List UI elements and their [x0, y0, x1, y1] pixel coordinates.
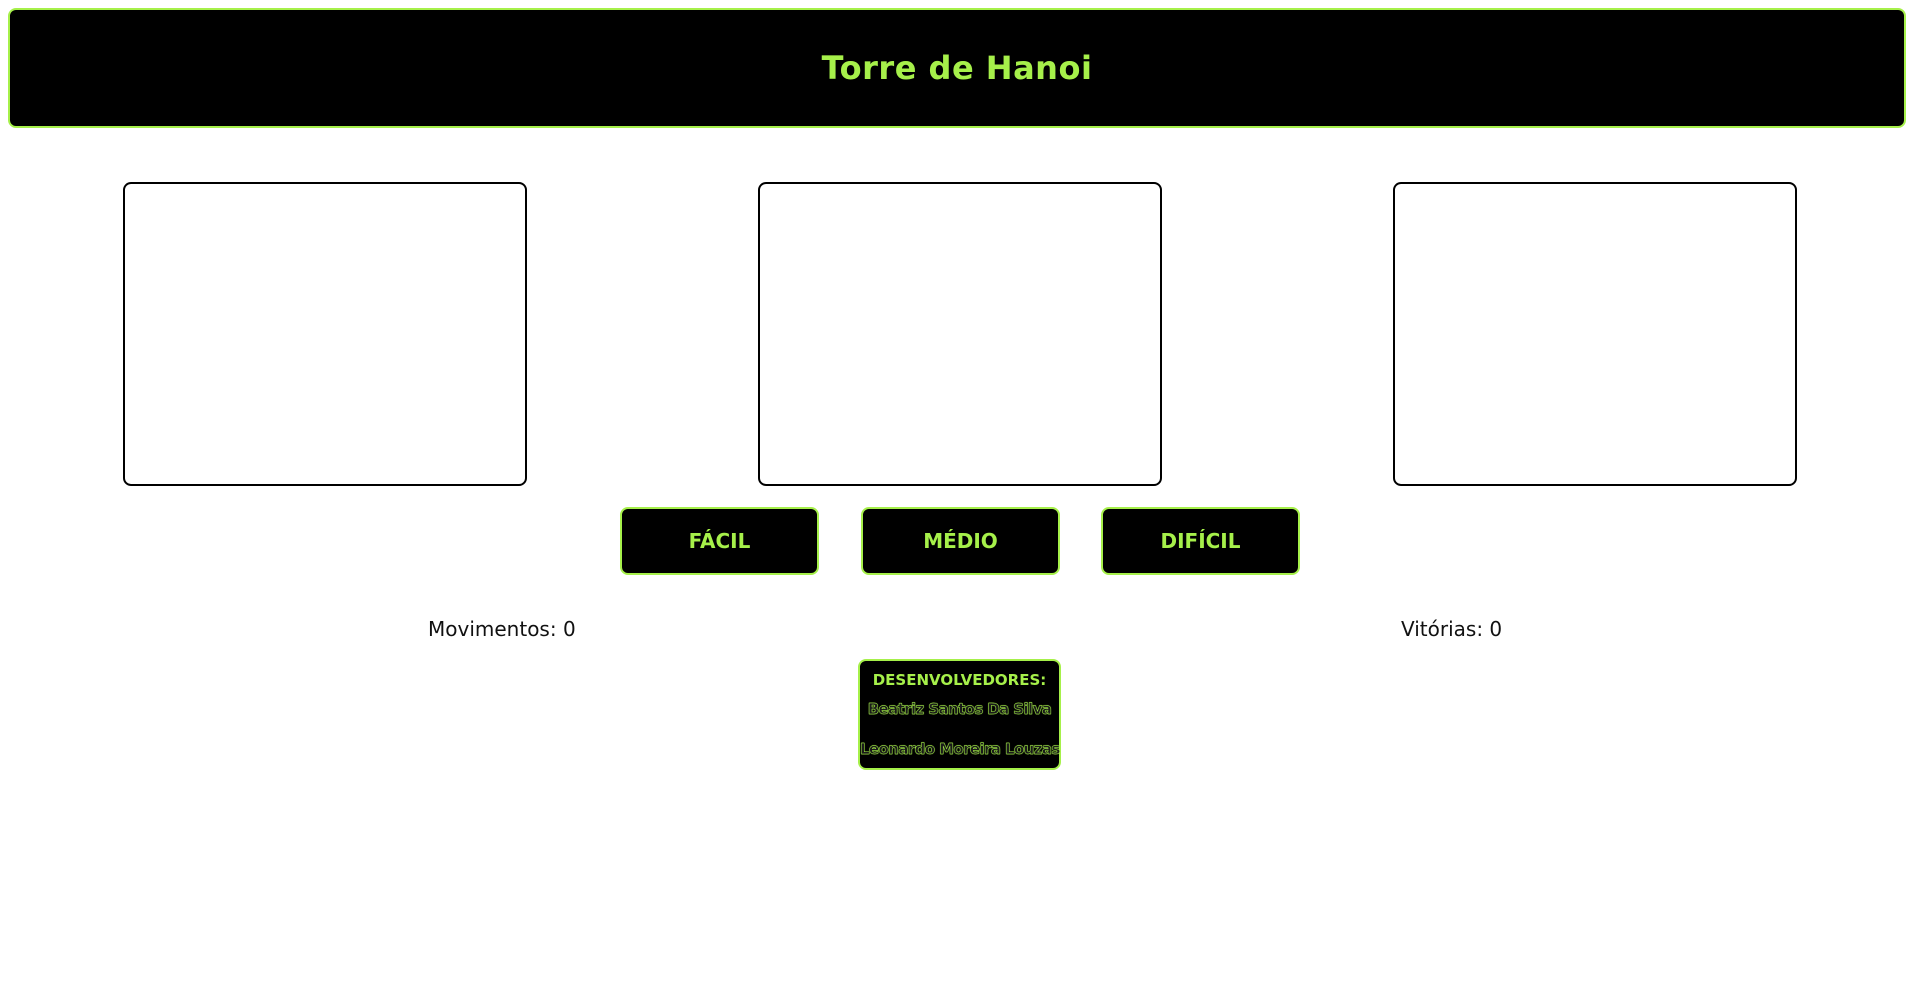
wins-counter: Vitórias: 0: [1401, 617, 1503, 641]
tower-1[interactable]: [123, 182, 527, 486]
easy-button[interactable]: FÁCIL: [620, 507, 819, 575]
tower-2[interactable]: [758, 182, 1162, 486]
hard-button[interactable]: DIFÍCIL: [1101, 507, 1300, 575]
tower-3[interactable]: [1393, 182, 1797, 486]
page-header: Torre de Hanoi: [8, 8, 1906, 128]
medium-button[interactable]: MÉDIO: [861, 507, 1060, 575]
developers-panel: DESENVOLVEDORES: Beatriz Santos Da Silva…: [858, 659, 1061, 770]
page-title: Torre de Hanoi: [821, 49, 1093, 87]
developer-name: Leonardo Moreira Louzas: [860, 740, 1061, 758]
developers-title: DESENVOLVEDORES:: [872, 671, 1047, 689]
moves-counter: Movimentos: 0: [428, 617, 576, 641]
developer-name: Beatriz Santos Da Silva: [867, 700, 1052, 718]
